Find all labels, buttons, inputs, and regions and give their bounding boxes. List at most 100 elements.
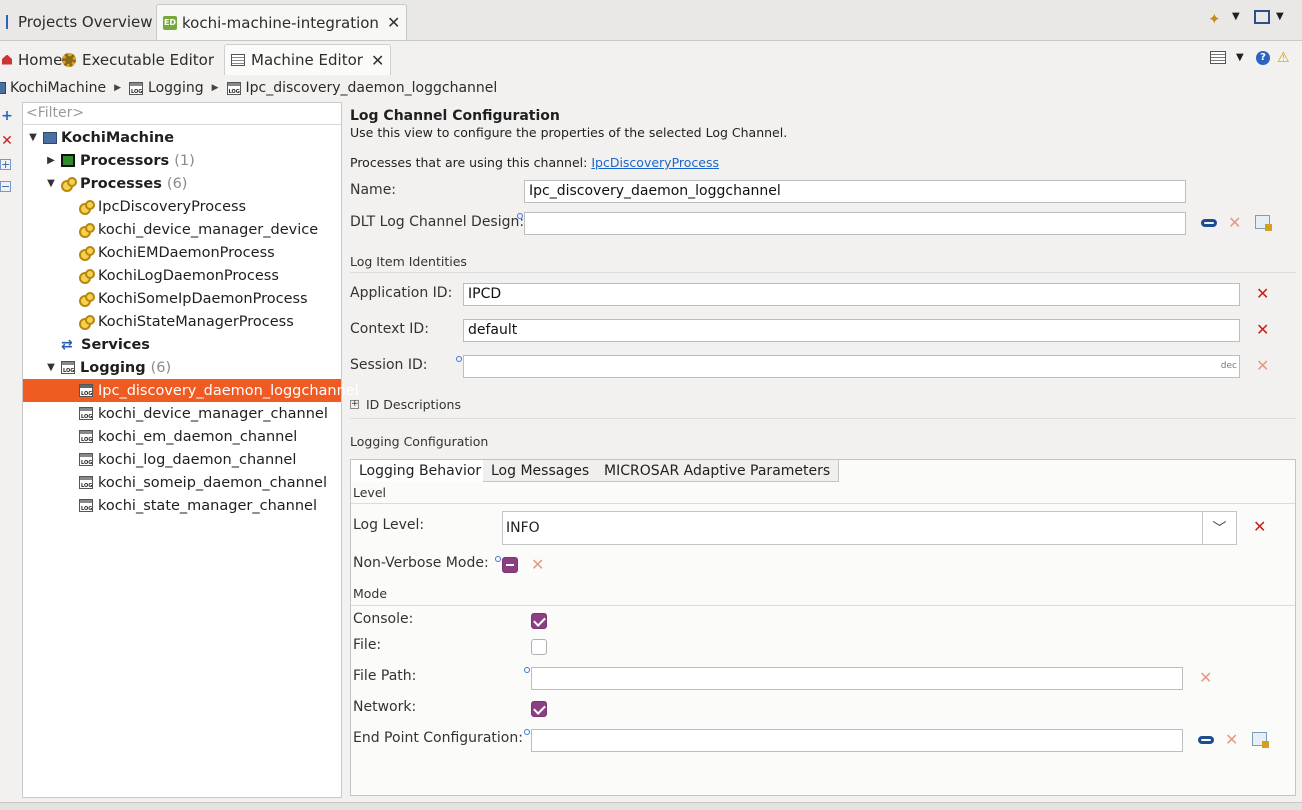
pick-reference-icon[interactable]: [1255, 215, 1272, 231]
tree-node-process[interactable]: KochiStateManagerProcess: [79, 310, 294, 333]
tree-node-log-channel[interactable]: kochi_device_manager_channel: [79, 402, 328, 425]
logging-configuration-heading: Logging Configuration: [350, 434, 489, 449]
wand-icon[interactable]: ✦: [1208, 10, 1221, 28]
name-field[interactable]: Ipc_discovery_daemon_loggchannel: [524, 180, 1186, 203]
id-descriptions-label: ID Descriptions: [366, 397, 461, 412]
log-item-identities-heading: Log Item Identities: [350, 254, 467, 269]
tree-node-log-channel[interactable]: kochi_someip_daemon_channel: [79, 471, 327, 494]
warning-icon[interactable]: ⚠: [1277, 50, 1290, 66]
session-id-field[interactable]: dec: [463, 355, 1240, 378]
editor-icon: ED: [163, 15, 177, 30]
log-channel-icon: [79, 453, 93, 466]
tree-node-label: kochi_someip_daemon_channel: [98, 474, 327, 491]
tab-log-messages[interactable]: Log Messages: [483, 460, 599, 482]
log-channel-icon: [226, 81, 241, 95]
tree-node-label: Logging: [80, 359, 146, 376]
window-icon[interactable]: [1254, 10, 1270, 24]
tree-node-process[interactable]: KochiEMDaemonProcess: [79, 241, 275, 264]
clear-icon[interactable]: ✕: [1256, 286, 1269, 302]
tree-node-log-channel[interactable]: kochi_state_manager_channel: [79, 494, 317, 517]
process-gear-icon: [79, 268, 95, 284]
list-view-icon[interactable]: [1210, 51, 1226, 64]
clear-icon[interactable]: ✕: [1256, 358, 1269, 374]
application-id-field[interactable]: IPCD: [463, 283, 1240, 306]
clear-icon[interactable]: ✕: [1256, 322, 1269, 338]
breadcrumb-item[interactable]: Logging: [148, 80, 204, 96]
dlt-log-channel-design-field[interactable]: [524, 212, 1186, 235]
link-icon[interactable]: [1201, 219, 1217, 227]
tab-executable-editor[interactable]: Executable Editor: [56, 44, 220, 75]
tree-node-label: KochiMachine: [61, 129, 175, 146]
tree-node-process[interactable]: kochi_device_manager_device: [79, 218, 318, 241]
chevron-down-icon[interactable]: ▼: [1236, 52, 1244, 63]
chevron-down-icon[interactable]: ﹀: [1202, 512, 1236, 544]
process-link[interactable]: IpcDiscoveryProcess: [591, 155, 719, 170]
help-icon[interactable]: ?: [1256, 51, 1270, 65]
tab-kochi-machine-integration[interactable]: ED kochi-machine-integration ✕: [156, 4, 408, 40]
logging-icon: [61, 361, 75, 374]
session-id-label: Session ID:: [350, 357, 428, 373]
tree-node-label: KochiStateManagerProcess: [98, 313, 294, 330]
tree-node-log-channel-selected[interactable]: Ipc_discovery_daemon_loggchannel: [23, 379, 359, 402]
clear-icon[interactable]: ✕: [1199, 670, 1212, 686]
chevron-down-icon[interactable]: ▼: [1232, 11, 1240, 22]
expand-arrow-icon[interactable]: ▼: [45, 362, 57, 373]
chevron-right-icon: ▶: [211, 83, 219, 93]
close-icon[interactable]: ✕: [371, 51, 384, 70]
tab-machine-editor[interactable]: Machine Editor ✕: [224, 44, 392, 75]
tree-node-process[interactable]: IpcDiscoveryProcess: [79, 195, 246, 218]
file-path-field[interactable]: [531, 667, 1183, 690]
pick-reference-icon[interactable]: [1252, 732, 1269, 748]
clear-icon[interactable]: ✕: [1253, 519, 1266, 535]
breadcrumb-item[interactable]: KochiMachine: [10, 80, 106, 96]
tree-node-process[interactable]: KochiSomeIpDaemonProcess: [79, 287, 308, 310]
process-gear-icon: [79, 314, 95, 330]
non-verbose-checkbox[interactable]: [502, 557, 518, 573]
tab-microsar-adaptive-parameters[interactable]: MICROSAR Adaptive Parameters: [596, 460, 840, 482]
tree-node-log-channel[interactable]: kochi_em_daemon_channel: [79, 425, 297, 448]
divider: [350, 272, 1296, 273]
tree-node-process[interactable]: KochiLogDaemonProcess: [79, 264, 279, 287]
filter-input[interactable]: <Filter>: [23, 103, 341, 125]
close-icon[interactable]: ✕: [387, 13, 400, 32]
link-icon[interactable]: [1198, 736, 1214, 744]
expand-all-icon[interactable]: +: [0, 159, 11, 170]
clear-icon[interactable]: ✕: [1228, 215, 1241, 231]
expand-arrow-icon[interactable]: ▼: [45, 178, 57, 189]
context-id-field[interactable]: default: [463, 319, 1240, 342]
chevron-down-icon[interactable]: ▼: [1276, 11, 1284, 22]
processor-chip-icon: [61, 154, 75, 167]
tree-node-log-channel[interactable]: kochi_log_daemon_channel: [79, 448, 296, 471]
expand-arrow-icon[interactable]: ▼: [27, 132, 39, 143]
collapse-all-icon[interactable]: −: [0, 181, 11, 192]
log-channel-icon: [79, 430, 93, 443]
processes-using-prefix: Processes that are using this channel:: [350, 155, 588, 170]
endpoint-configuration-label: End Point Configuration:: [353, 730, 523, 746]
log-level-select[interactable]: INFO ﹀: [502, 511, 1237, 545]
file-checkbox[interactable]: [531, 639, 547, 655]
tree-node-label: Processors: [80, 152, 170, 169]
tree-node-processors[interactable]: ▶ Processors (1): [45, 149, 195, 172]
tab-logging-behavior[interactable]: Logging Behavior: [351, 460, 491, 482]
breadcrumb-item[interactable]: Ipc_discovery_daemon_loggchannel: [246, 80, 498, 96]
log-level-value: INFO: [506, 520, 540, 536]
clear-icon[interactable]: ✕: [1225, 732, 1238, 748]
tree-node-logging[interactable]: ▼ Logging (6): [45, 356, 171, 379]
delete-icon[interactable]: ✕: [0, 134, 14, 148]
id-descriptions-expander[interactable]: + ID Descriptions: [350, 397, 461, 412]
tree-node-root[interactable]: ▼ KochiMachine: [27, 126, 174, 149]
tree-node-services[interactable]: ⇄ Services: [61, 333, 150, 356]
endpoint-configuration-field[interactable]: [531, 729, 1183, 752]
tab-projects-overview[interactable]: Projects Overview: [0, 4, 159, 40]
network-label: Network:: [353, 699, 417, 715]
expand-icon[interactable]: +: [350, 400, 359, 409]
add-icon[interactable]: +: [0, 109, 14, 123]
collapse-arrow-icon[interactable]: ▶: [45, 155, 57, 166]
network-checkbox[interactable]: [531, 701, 547, 717]
divider: [351, 605, 1295, 606]
form-subtitle: Use this view to configure the propertie…: [350, 125, 788, 140]
clear-icon[interactable]: ✕: [531, 557, 544, 573]
tree-node-processes[interactable]: ▼ Processes (6): [45, 172, 187, 195]
log-channel-icon: [79, 407, 93, 420]
console-checkbox[interactable]: [531, 613, 547, 629]
